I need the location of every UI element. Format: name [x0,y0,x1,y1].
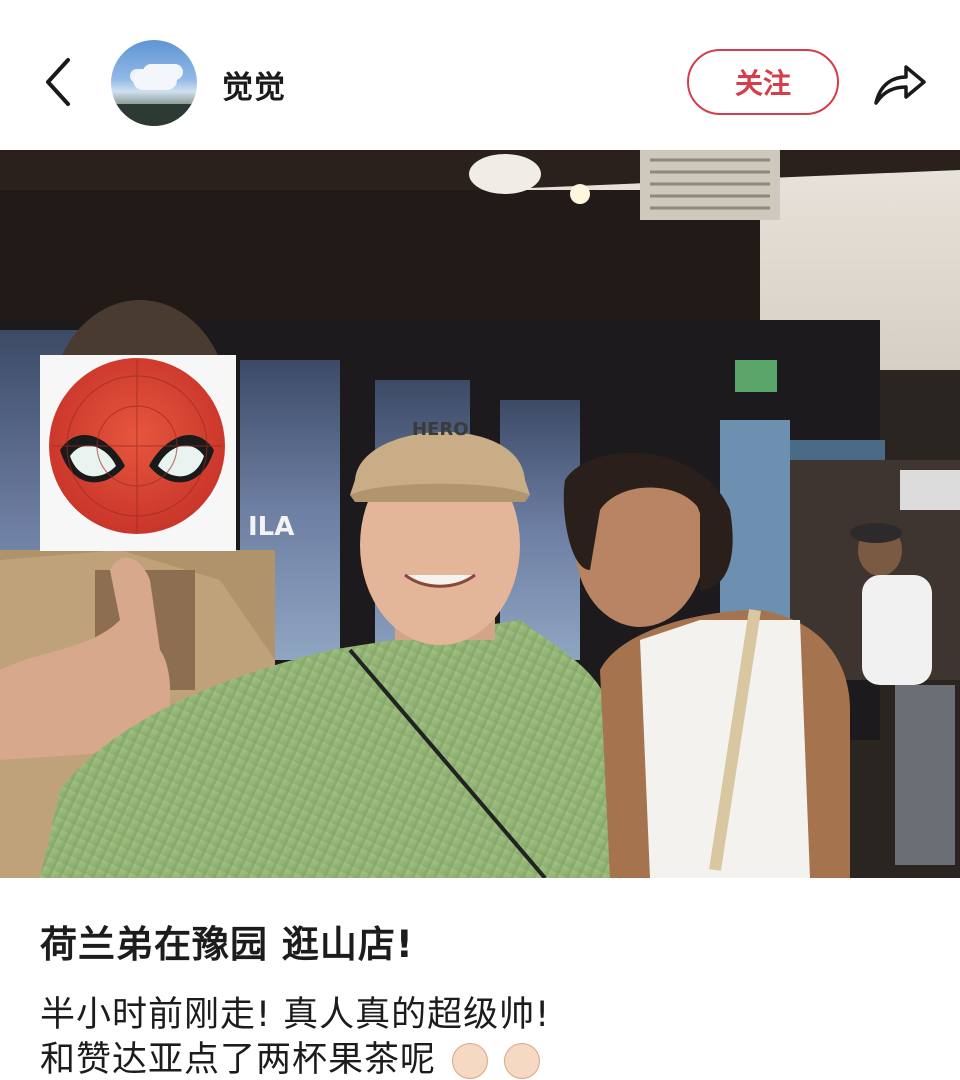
cap-text: HERO [412,419,469,440]
post-body-line-2-text: 和赞达亚点了两杯果茶呢 [40,1040,437,1080]
storefront-sign: ILA [248,512,294,542]
username[interactable]: 觉觉 [222,62,286,107]
post-title: 荷兰弟在豫园 逛山店! [40,923,414,966]
avatar[interactable] [111,40,197,126]
post-header: 觉觉 关注 [0,0,960,150]
emoji-face-icon [504,1043,541,1079]
post-photo-image: ILA HERO [0,150,960,878]
back-button[interactable] [36,56,80,108]
post-caption: 荷兰弟在豫园 逛山店! 半小时前刚走! 真人真的超级帅! 和赞达亚点了两杯果茶呢 [0,878,960,1079]
post-photo[interactable]: ILA HERO [0,150,960,878]
post-body-line-2: 和赞达亚点了两杯果茶呢 [40,1040,541,1080]
avatar-cloud [133,70,177,90]
share-button[interactable] [870,55,930,111]
chevron-left-icon [46,58,70,106]
follow-button[interactable]: 关注 [687,49,839,115]
post-body-line-1: 半小时前刚走! 真人真的超级帅! [40,995,551,1035]
spiderman-mask-sticker [40,355,236,551]
avatar-skyline [111,104,197,126]
share-arrow-icon [874,65,926,105]
emoji-face-icon [452,1043,489,1079]
